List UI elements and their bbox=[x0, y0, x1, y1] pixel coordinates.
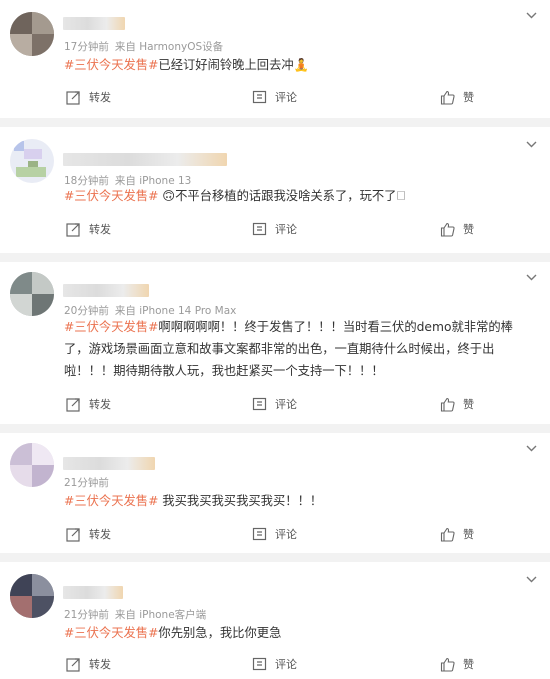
post-card: 18分钟前 来自 iPhone 13 #三伏今天发售# 🙃不平台移植的话跟我没啥关… bbox=[0, 127, 550, 253]
chevron-down-icon bbox=[526, 576, 536, 582]
more-menu[interactable] bbox=[524, 572, 538, 586]
share-button[interactable]: 转发 bbox=[66, 394, 111, 414]
share-icon bbox=[66, 90, 80, 105]
share-button[interactable]: 转发 bbox=[66, 219, 111, 239]
more-menu[interactable] bbox=[524, 270, 538, 284]
share-button[interactable]: 转发 bbox=[66, 654, 111, 674]
post-text: #三伏今天发售# 🙃不平台移植的话跟我没啥关系了，玩不了🗆 bbox=[64, 185, 530, 207]
comment-icon bbox=[252, 657, 267, 670]
weibo-comment-feed: 17分钟前 来自 HarmonyOS设备 #三伏今天发售#已经订好闹铃晚上回去冲🧘… bbox=[0, 0, 550, 679]
post-time: 21分钟前 bbox=[64, 609, 109, 621]
post-body: 我买我买我买我买我买！！！ bbox=[158, 494, 323, 508]
avatar[interactable] bbox=[10, 443, 54, 487]
post-card: 17分钟前 来自 HarmonyOS设备 #三伏今天发售#已经订好闹铃晚上回去冲🧘… bbox=[0, 0, 550, 118]
more-menu[interactable] bbox=[524, 441, 538, 455]
avatar[interactable] bbox=[10, 139, 54, 183]
post-body: 🙃不平台移植的话跟我没啥关系了，玩不了🗆 bbox=[158, 189, 406, 203]
action-bar: 转发 评论 赞 bbox=[0, 394, 550, 414]
topic-tag[interactable]: #三伏今天发售# bbox=[64, 320, 158, 334]
share-label: 转发 bbox=[89, 528, 111, 541]
avatar[interactable] bbox=[10, 272, 54, 316]
comment-icon bbox=[252, 527, 267, 540]
more-menu[interactable] bbox=[524, 8, 538, 22]
share-label: 转发 bbox=[89, 91, 111, 104]
action-bar: 转发 评论 赞 bbox=[0, 654, 550, 674]
like-icon bbox=[440, 90, 455, 105]
share-label: 转发 bbox=[89, 223, 111, 236]
like-label: 赞 bbox=[463, 91, 474, 104]
comment-label: 评论 bbox=[275, 658, 297, 671]
post-card: 21分钟前 #三伏今天发售# 我买我买我买我买我买！！！ 转发 评论 赞 bbox=[0, 433, 550, 553]
comment-icon bbox=[252, 222, 267, 235]
comment-label: 评论 bbox=[275, 91, 297, 104]
comment-label: 评论 bbox=[275, 398, 297, 411]
username-blurred[interactable] bbox=[63, 17, 125, 30]
like-icon bbox=[440, 222, 455, 237]
username-blurred[interactable] bbox=[63, 457, 155, 470]
comment-button[interactable]: 评论 bbox=[252, 219, 297, 239]
share-label: 转发 bbox=[89, 398, 111, 411]
action-bar: 转发 评论 赞 bbox=[0, 219, 550, 239]
share-icon bbox=[66, 657, 80, 672]
post-text: #三伏今天发售#已经订好闹铃晚上回去冲🧘 bbox=[64, 54, 530, 76]
comment-icon bbox=[252, 397, 267, 410]
chevron-down-icon bbox=[526, 445, 536, 451]
chevron-down-icon bbox=[526, 141, 536, 147]
like-label: 赞 bbox=[463, 223, 474, 236]
more-menu[interactable] bbox=[524, 137, 538, 151]
post-body: 你先别急，我比你更急 bbox=[158, 626, 282, 640]
username-blurred[interactable] bbox=[63, 153, 227, 166]
comment-button[interactable]: 评论 bbox=[252, 524, 297, 544]
username-blurred[interactable] bbox=[63, 284, 149, 297]
topic-tag[interactable]: #三伏今天发售# bbox=[64, 494, 158, 508]
post-text: #三伏今天发售#啊啊啊啊啊！！终于发售了！！！当时看三伏的demo就非常的棒了，… bbox=[64, 316, 530, 382]
post-source: 来自 HarmonyOS设备 bbox=[114, 41, 224, 53]
post-meta: 17分钟前 来自 HarmonyOS设备 bbox=[64, 39, 223, 54]
like-button[interactable]: 赞 bbox=[440, 654, 474, 674]
like-button[interactable]: 赞 bbox=[440, 524, 474, 544]
like-label: 赞 bbox=[463, 528, 474, 541]
like-button[interactable]: 赞 bbox=[440, 87, 474, 107]
comment-label: 评论 bbox=[275, 223, 297, 236]
post-meta: 21分钟前 来自 iPhone客户端 bbox=[64, 607, 206, 622]
like-button[interactable]: 赞 bbox=[440, 394, 474, 414]
post-time: 17分钟前 bbox=[64, 41, 109, 53]
comment-icon bbox=[252, 90, 267, 103]
post-text: #三伏今天发售#你先别急，我比你更急 bbox=[64, 622, 530, 644]
share-label: 转发 bbox=[89, 658, 111, 671]
topic-tag[interactable]: #三伏今天发售# bbox=[64, 58, 158, 72]
post-text: #三伏今天发售# 我买我买我买我买我买！！！ bbox=[64, 490, 530, 512]
like-button[interactable]: 赞 bbox=[440, 219, 474, 239]
post-source: 来自 iPhone客户端 bbox=[114, 609, 207, 621]
post-card: 21分钟前 来自 iPhone客户端 #三伏今天发售#你先别急，我比你更急 转发 … bbox=[0, 562, 550, 679]
comment-button[interactable]: 评论 bbox=[252, 394, 297, 414]
post-card: 20分钟前 来自 iPhone 14 Pro Max #三伏今天发售#啊啊啊啊啊！… bbox=[0, 262, 550, 424]
topic-tag[interactable]: #三伏今天发售# bbox=[64, 626, 158, 640]
like-icon bbox=[440, 657, 455, 672]
action-bar: 转发 评论 赞 bbox=[0, 87, 550, 107]
share-icon bbox=[66, 222, 80, 237]
comment-button[interactable]: 评论 bbox=[252, 654, 297, 674]
post-body: 已经订好闹铃晚上回去冲🧘 bbox=[158, 58, 309, 72]
share-icon bbox=[66, 397, 80, 412]
username-blurred[interactable] bbox=[63, 586, 123, 599]
comment-label: 评论 bbox=[275, 528, 297, 541]
post-meta: 21分钟前 bbox=[64, 475, 115, 490]
share-button[interactable]: 转发 bbox=[66, 524, 111, 544]
avatar[interactable] bbox=[10, 12, 54, 56]
post-time: 21分钟前 bbox=[64, 477, 109, 489]
topic-tag[interactable]: #三伏今天发售# bbox=[64, 189, 158, 203]
chevron-down-icon bbox=[526, 12, 536, 18]
comment-button[interactable]: 评论 bbox=[252, 87, 297, 107]
action-bar: 转发 评论 赞 bbox=[0, 524, 550, 544]
share-icon bbox=[66, 527, 80, 542]
like-label: 赞 bbox=[463, 398, 474, 411]
like-icon bbox=[440, 397, 455, 412]
share-button[interactable]: 转发 bbox=[66, 87, 111, 107]
chevron-down-icon bbox=[526, 274, 536, 280]
avatar[interactable] bbox=[10, 574, 54, 618]
like-label: 赞 bbox=[463, 658, 474, 671]
like-icon bbox=[440, 527, 455, 542]
